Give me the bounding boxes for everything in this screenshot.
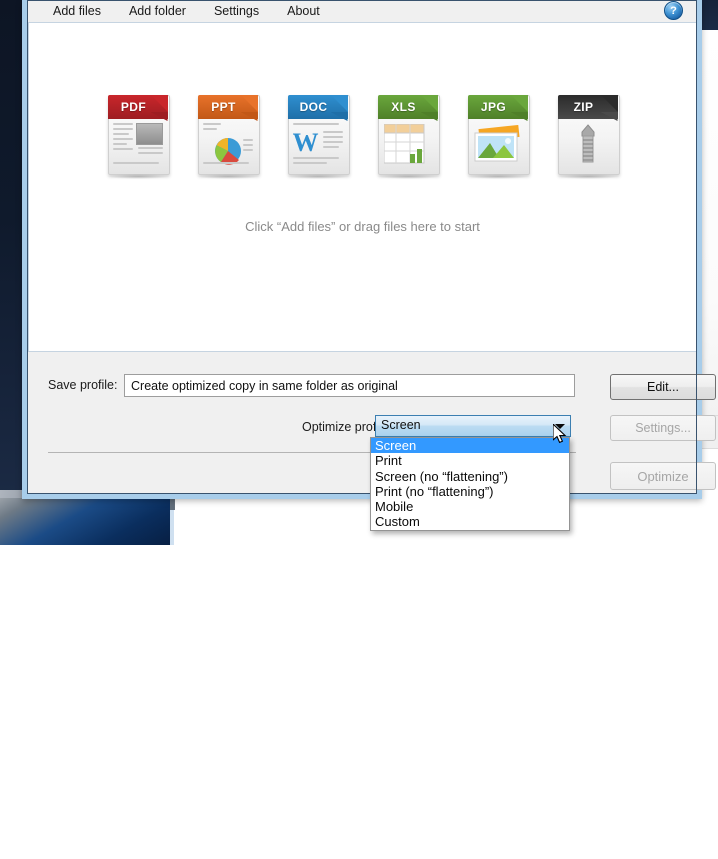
file-type-icon-jpg: JPG (464, 91, 532, 179)
drop-area-hint: Click “Add files” or drag files here to … (245, 219, 480, 234)
file-icon-preview: W (292, 123, 343, 168)
file-icon-shadow (195, 174, 260, 179)
file-icon-label: PPT (211, 100, 236, 114)
file-icon-preview (112, 123, 163, 168)
help-icon[interactable]: ? (664, 1, 683, 20)
file-icon-preview (473, 123, 523, 168)
file-icon-label: PDF (120, 100, 147, 114)
optimize-profile-value: Screen (381, 418, 421, 432)
desktop-wallpaper-left (0, 0, 22, 545)
save-profile-input[interactable] (124, 374, 575, 397)
file-icon-preview (202, 123, 253, 168)
desktop-wallpaper-bottom (0, 498, 170, 545)
file-type-icon-ppt: PPT (194, 91, 262, 179)
file-type-icon-pdf: PDF (104, 91, 172, 179)
menu-item-settings[interactable]: Settings (200, 1, 273, 21)
dropdown-option-5[interactable]: Custom (371, 514, 569, 529)
save-profile-label: Save profile: (48, 378, 118, 392)
file-type-icon-xls: XLS (374, 91, 442, 179)
menu-item-add-folder[interactable]: Add folder (115, 1, 200, 21)
file-icon-preview (563, 123, 613, 168)
window-client-area: Add files Add folder Settings About ? PD… (27, 0, 716, 494)
file-icon-label: JPG (480, 100, 507, 114)
menu-bar: Add files Add folder Settings About ? (27, 0, 697, 22)
file-drop-area[interactable]: PDF PPT DOC W XLS JPG ZIP Click “Add files” or… (28, 22, 697, 352)
save-profile-row: Save profile: Edit... (27, 374, 716, 400)
file-icon-label: ZIP (573, 100, 594, 114)
file-type-icon-doc: DOC W (284, 91, 352, 179)
file-icon-shadow (465, 174, 530, 179)
menu-item-add-files[interactable]: Add files (39, 1, 115, 21)
control-panel: Save profile: Edit... Optimize profile: … (27, 354, 716, 494)
dropdown-option-4[interactable]: Mobile (371, 499, 569, 514)
settings-button[interactable]: Settings... (610, 415, 716, 441)
file-icon-shadow (375, 174, 440, 179)
file-icon-preview (383, 123, 433, 168)
file-icon-label: XLS (391, 100, 416, 114)
file-type-icon-zip: ZIP (554, 91, 622, 179)
main-window: Add files Add folder Settings About ? PD… (22, 0, 716, 499)
dropdown-option-3[interactable]: Print (no “flattening”) (371, 484, 569, 499)
edit-button[interactable]: Edit... (610, 374, 716, 400)
optimize-profile-combobox[interactable]: Screen (375, 415, 571, 437)
menu-item-about[interactable]: About (273, 1, 334, 21)
optimize-profile-dropdown-list[interactable]: Screen Print Screen (no “flattening”) Print… (370, 437, 570, 531)
mouse-cursor (553, 424, 567, 444)
optimize-button[interactable]: Optimize (610, 462, 716, 490)
file-icon-shadow (285, 174, 350, 179)
dropdown-option-1[interactable]: Print (371, 453, 569, 468)
dropdown-option-2[interactable]: Screen (no “flattening”) (371, 469, 569, 484)
file-icon-shadow (555, 174, 620, 179)
file-type-icon-row: PDF PPT DOC W XLS JPG ZIP (29, 91, 696, 179)
file-icon-shadow (105, 174, 170, 179)
dropdown-option-0[interactable]: Screen (371, 438, 569, 454)
file-icon-label: DOC (299, 100, 328, 114)
